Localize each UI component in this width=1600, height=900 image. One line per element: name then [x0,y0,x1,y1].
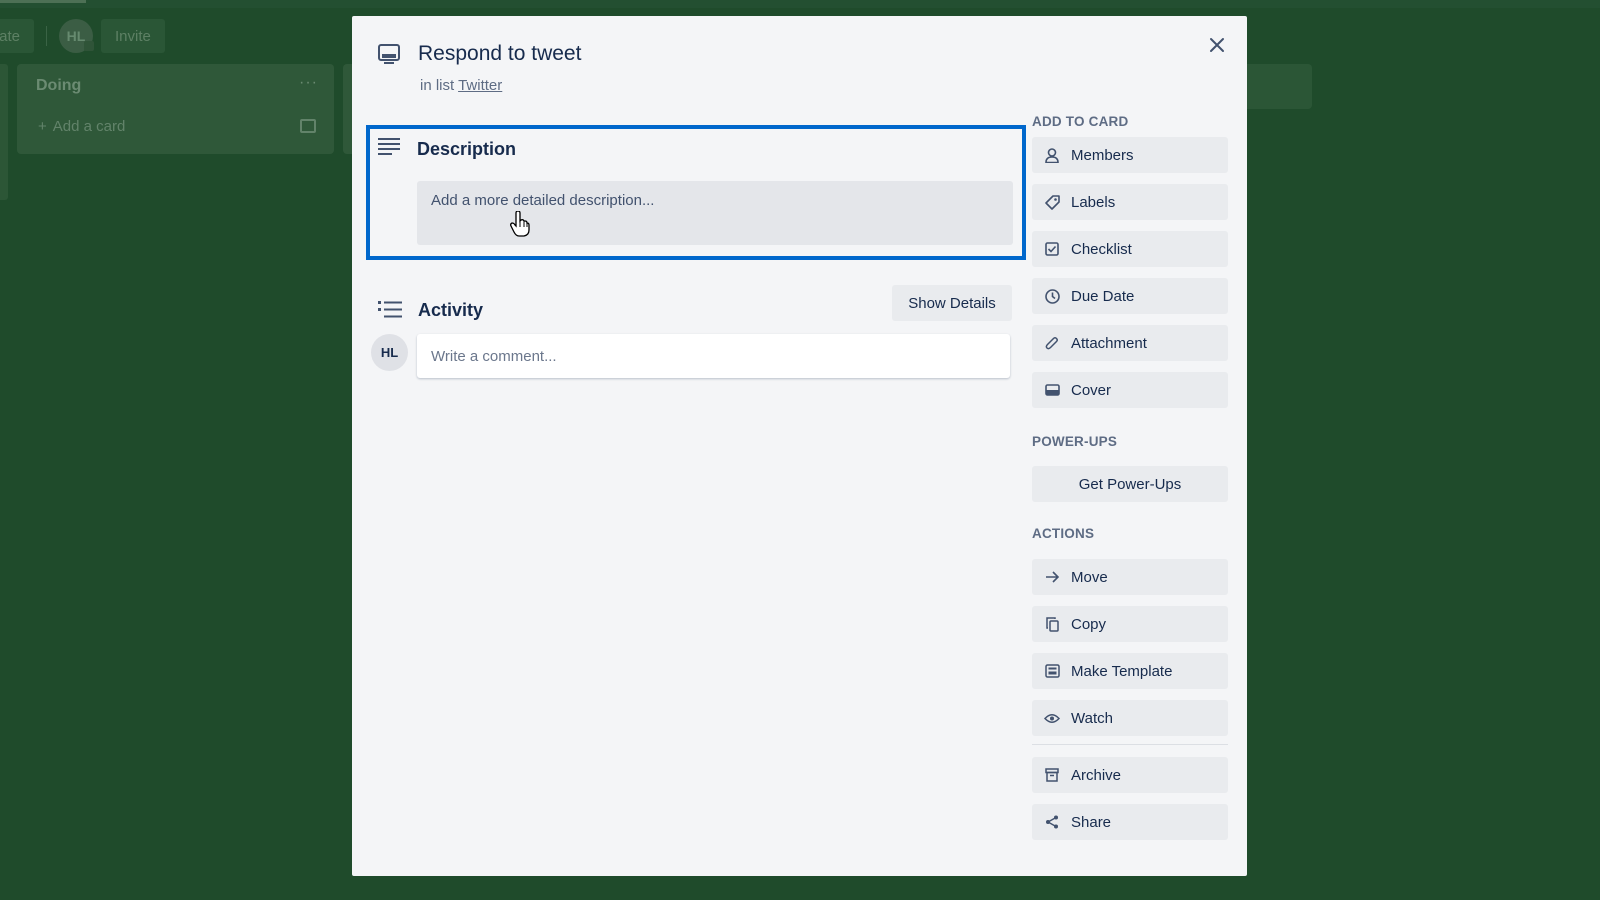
move-button[interactable]: Move [1032,559,1228,595]
watch-button[interactable]: Watch [1032,700,1228,736]
make-template-button[interactable]: Make Template [1032,653,1228,689]
power-ups-heading: POWER-UPS [1032,434,1118,449]
due-date-label: Due Date [1071,287,1135,305]
actions-divider [1032,744,1228,745]
eye-icon [1044,710,1060,726]
card-title[interactable]: Respond to tweet [418,42,581,66]
template-icon [1044,663,1060,679]
move-label: Move [1071,568,1108,586]
add-card-button[interactable]: + Add a card [38,118,125,135]
description-input[interactable]: Add a more detailed description... [417,181,1013,245]
close-button[interactable] [1205,33,1229,57]
get-power-ups-label: Get Power-Ups [1078,475,1182,493]
member-avatar[interactable]: HL [59,19,94,53]
list-menu-button[interactable]: ··· [299,74,318,92]
description-section: Description Add a more detailed descript… [366,125,1026,260]
actions-heading: ACTIONS [1032,526,1095,541]
admin-badge-icon [84,41,94,51]
labels-label: Labels [1071,193,1116,211]
archive-icon [1044,767,1060,783]
comment-input[interactable] [417,334,1010,378]
visibility-button[interactable]: vate [0,19,34,53]
show-details-button[interactable]: Show Details [892,285,1012,321]
list-doing: Doing ··· + Add a card [17,64,334,154]
add-to-card-heading: ADD TO CARD [1032,114,1129,129]
invite-button[interactable]: Invite [101,19,165,53]
activity-icon [378,301,402,318]
previous-list-edge [0,64,8,200]
description-icon [378,138,400,155]
cover-icon [1044,382,1060,398]
members-label: Members [1071,146,1134,164]
make-template-label: Make Template [1071,662,1173,680]
card-template-icon[interactable] [300,119,316,133]
share-label: Share [1071,813,1112,831]
labels-button[interactable]: Labels [1032,184,1228,220]
comment-avatar[interactable]: HL [371,334,408,371]
checklist-button[interactable]: Checklist [1032,231,1228,267]
checkbox-icon [1044,241,1060,257]
member-avatar-initials: HL [66,28,86,44]
in-list-prefix: in list [420,77,455,94]
tag-icon [1044,194,1060,210]
attachment-button[interactable]: Attachment [1032,325,1228,361]
description-heading: Description [417,139,517,159]
get-power-ups-button[interactable]: Get Power-Ups [1032,466,1228,502]
top-bar-tab [0,0,86,3]
checklist-label: Checklist [1071,240,1132,258]
person-icon [1044,147,1060,163]
cover-button[interactable]: Cover [1032,372,1228,408]
close-icon [1210,38,1224,52]
archive-label: Archive [1071,766,1122,784]
add-card-label: Add a card [52,118,126,135]
arrow-right-icon [1044,569,1060,585]
list-title[interactable]: Doing [36,77,81,95]
archive-button[interactable]: Archive [1032,757,1228,793]
copy-button[interactable]: Copy [1032,606,1228,642]
board-header: vate HL Invite [0,18,165,54]
cover-label: Cover [1071,381,1112,399]
copy-label: Copy [1071,615,1107,633]
copy-icon [1044,616,1060,632]
list-link[interactable]: Twitter [458,77,502,94]
share-icon [1044,814,1060,830]
card-list-info: in list Twitter [420,77,502,94]
paperclip-icon [1044,335,1060,351]
card-icon [378,44,400,64]
hand-cursor-icon [510,211,530,237]
plus-icon: + [38,118,47,135]
due-date-button[interactable]: Due Date [1032,278,1228,314]
watch-label: Watch [1071,709,1113,727]
card-detail-modal: Respond to tweet in list Twitter Descrip… [352,16,1247,876]
header-divider [46,26,47,46]
members-button[interactable]: Members [1032,137,1228,173]
clock-icon [1044,288,1060,304]
activity-heading: Activity [418,300,484,320]
top-bar [0,0,1600,8]
add-list-placeholder [1247,64,1312,109]
attachment-label: Attachment [1071,334,1147,352]
share-button[interactable]: Share [1032,804,1228,840]
